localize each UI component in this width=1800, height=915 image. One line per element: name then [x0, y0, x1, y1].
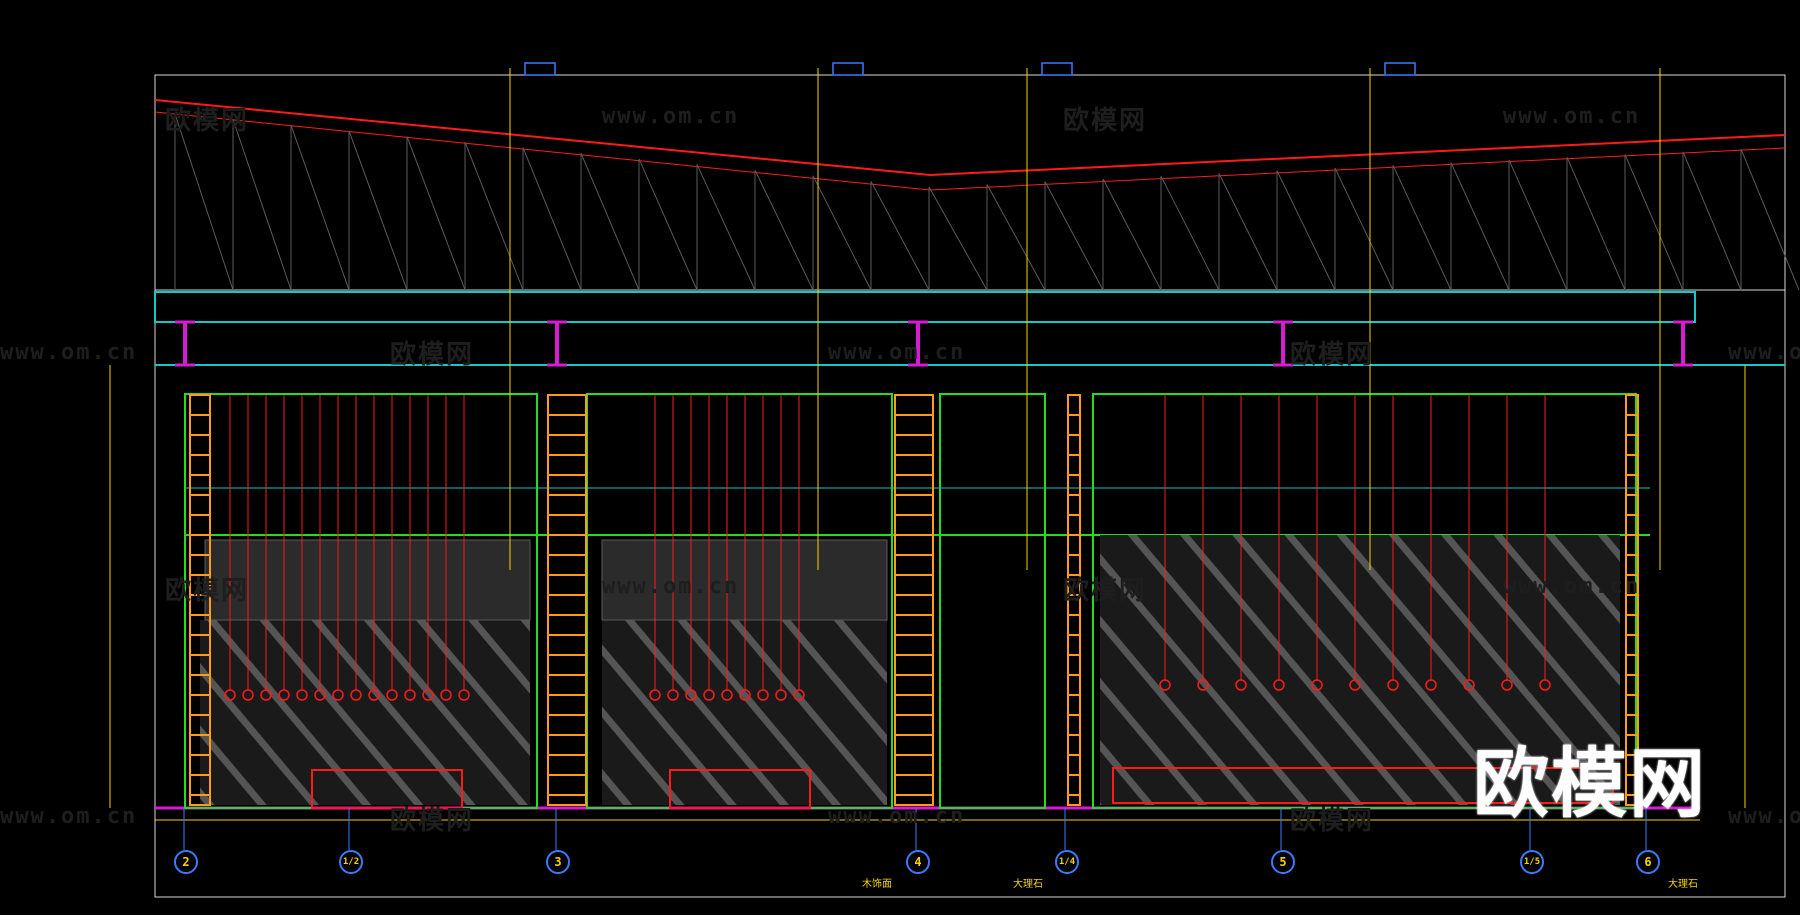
truss-diagonal	[1450, 162, 1510, 291]
grid-axis-bubble: 2	[174, 850, 198, 874]
truss-diagonal	[1102, 178, 1162, 291]
watermark-brand: 欧模网	[1063, 576, 1148, 606]
truss-diagonal	[754, 169, 814, 291]
callout-tag	[1041, 62, 1073, 76]
truss-diagonal	[580, 153, 640, 291]
watermark-brand: 欧模网	[1290, 340, 1375, 370]
grid-axis-bubble: 1/5	[1520, 850, 1544, 874]
truss-diagonal	[232, 119, 292, 291]
cad-elevation-drawing: 欧模网 www.om.cn 欧模网 www.om.cn www.om.cn 欧模…	[0, 0, 1800, 911]
ladder-frame	[894, 394, 934, 806]
callout-tag	[524, 62, 556, 76]
truss-diagonal	[1218, 173, 1278, 291]
watermark-url: www.om.cn	[1728, 804, 1800, 829]
truss-diagonal	[174, 113, 234, 291]
watermark-brand: 欧模网	[165, 106, 250, 136]
watermark-url: www.om.cn	[1728, 340, 1800, 365]
callout-tag	[832, 62, 864, 76]
truss-diagonal	[1740, 148, 1800, 291]
watermark-url: www.om.cn	[1503, 104, 1641, 129]
truss-diagonal	[1508, 159, 1568, 291]
watermark-url: www.om.cn	[828, 340, 966, 365]
steel-beam	[154, 291, 1696, 323]
watermark-url: www.om.cn	[602, 574, 740, 599]
truss-diagonal	[522, 147, 582, 291]
truss-diagonal	[1160, 175, 1220, 291]
truss-diagonal	[928, 186, 988, 291]
grid-axis-bubble: 3	[546, 850, 570, 874]
material-callout-label: 大理石	[1668, 879, 1698, 890]
truss-diagonal	[986, 184, 1046, 291]
truss-diagonal	[406, 136, 466, 291]
grid-axis-bubble: 1/4	[1055, 850, 1079, 874]
grid-axis-bubble: 1/2	[339, 850, 363, 874]
watermark-brand: 欧模网	[1290, 806, 1375, 836]
watermark-url: www.om.cn	[1503, 574, 1641, 599]
hatched-infill	[200, 620, 530, 805]
truss-diagonal	[812, 175, 872, 291]
truss-diagonal	[290, 124, 350, 291]
watermark-url: www.om.cn	[602, 104, 740, 129]
watermark-url: www.om.cn	[828, 804, 966, 829]
truss-diagonal	[1044, 181, 1104, 291]
truss-diagonal	[1334, 167, 1394, 291]
material-callout-label: 大理石	[1013, 879, 1043, 890]
watermark-brand: 欧模网	[1063, 106, 1148, 136]
ladder-frame	[547, 394, 587, 806]
truss-diagonal	[1624, 154, 1684, 291]
truss-diagonal	[464, 141, 524, 291]
truss-diagonal	[348, 130, 408, 291]
truss-diagonal	[870, 181, 930, 291]
watermark-url: www.om.cn	[0, 340, 138, 365]
truss-diagonal	[1276, 170, 1336, 291]
truss-diagonal	[696, 164, 756, 291]
truss-diagonal	[638, 158, 698, 291]
watermark-brand: 欧模网	[390, 340, 475, 370]
grid-axis-bubble: 6	[1636, 850, 1660, 874]
truss-diagonal	[1392, 165, 1452, 291]
callout-tag	[1384, 62, 1416, 76]
watermark-brand: 欧模网	[390, 806, 475, 836]
grid-axis-bubble: 4	[906, 850, 930, 874]
louver-panel	[204, 539, 531, 621]
brand-logo: 欧模网	[1473, 739, 1707, 828]
wall-panel	[939, 393, 1046, 809]
truss-diagonal	[1682, 151, 1742, 291]
watermark-brand: 欧模网	[165, 576, 250, 606]
truss-diagonal	[1566, 156, 1626, 291]
grid-axis-bubble: 5	[1271, 850, 1295, 874]
watermark-url: www.om.cn	[0, 804, 138, 829]
material-callout-label: 木饰面	[862, 879, 892, 890]
